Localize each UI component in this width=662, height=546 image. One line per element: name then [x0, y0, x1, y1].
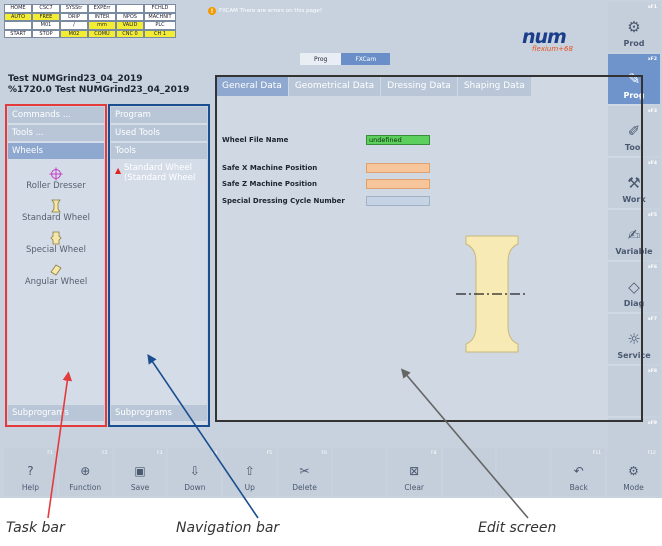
- caption-edit-screen: Edit screen: [478, 520, 557, 536]
- edit-screen-arrow: [400, 368, 529, 519]
- navigation-bar-arrow: [147, 354, 259, 519]
- caption-navigation-bar: Navigation bar: [176, 520, 280, 536]
- caption-task-bar: Task bar: [6, 520, 65, 536]
- annotation-arrows: [47, 354, 529, 519]
- task-bar-arrow: [47, 371, 73, 519]
